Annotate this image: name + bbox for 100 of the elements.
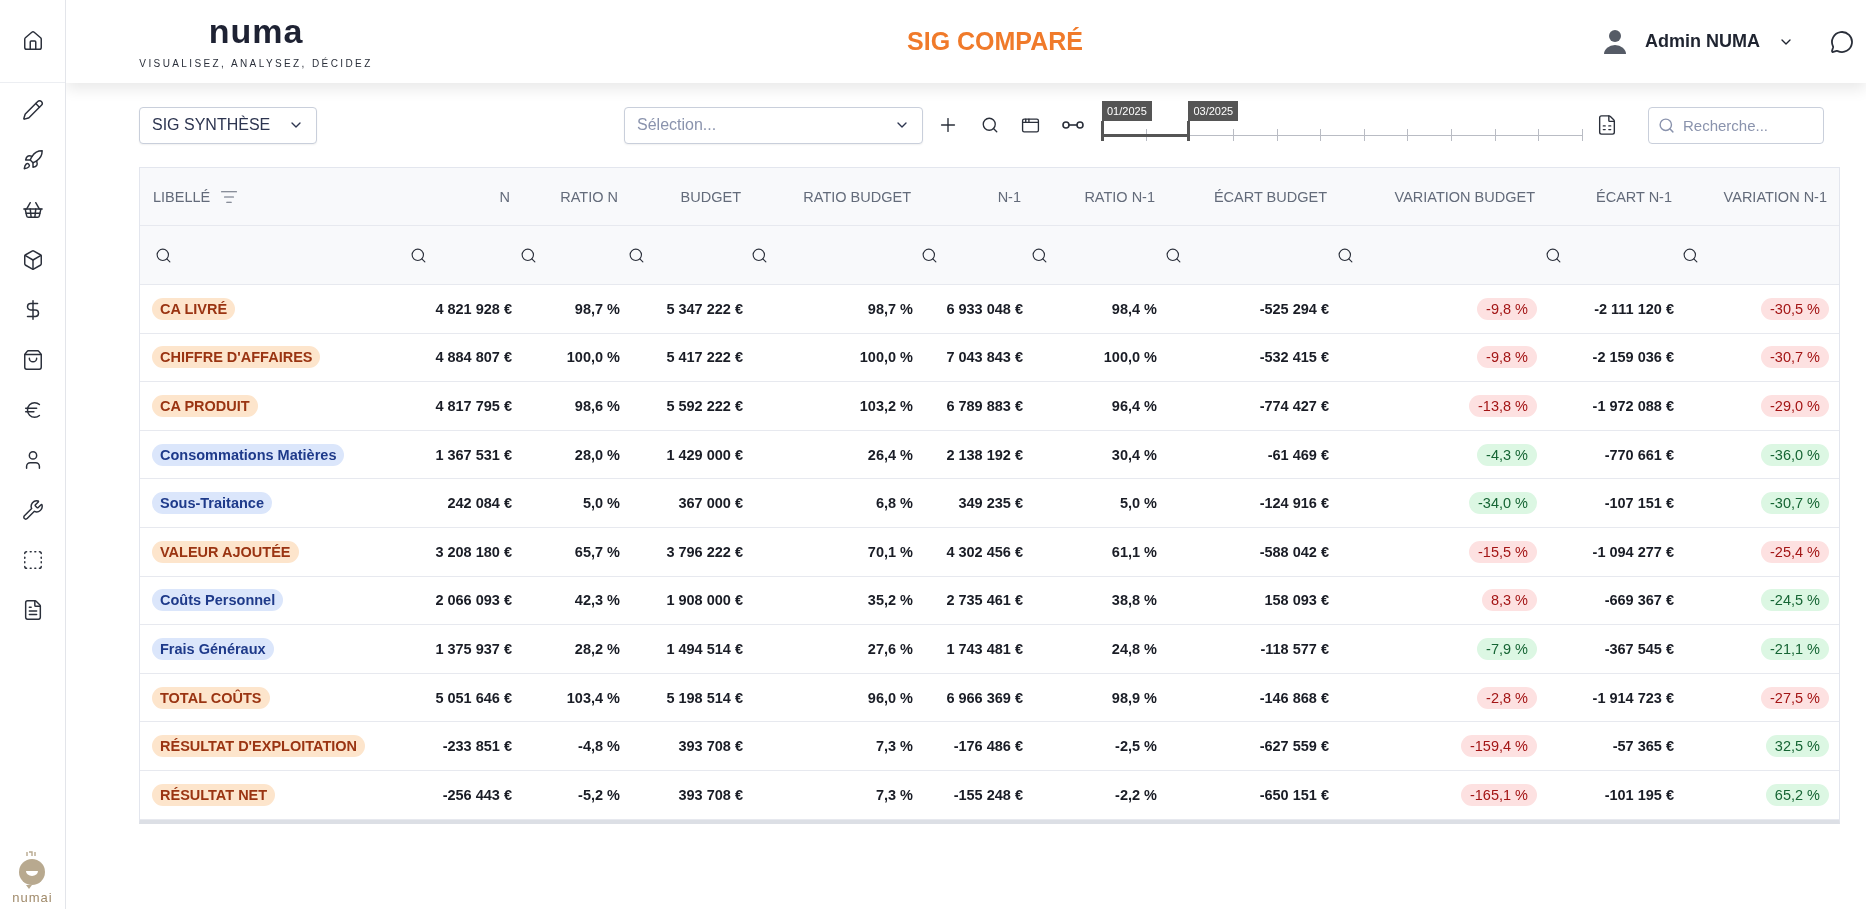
table-cell-text: -774 427 € [1258,398,1329,414]
table-cell-text: -4,8 % [577,738,620,755]
home-button[interactable] [21,30,44,52]
window-button[interactable] [1021,115,1040,135]
column-header[interactable]: VARIATION BUDGET [1394,188,1535,205]
search-field[interactable]: Recherche... [1648,106,1824,144]
table-cell-text: -770 661 € [1603,446,1674,463]
column-header[interactable]: ÉCART N-1 [1596,188,1672,205]
user-avatar-icon [1603,28,1627,55]
column-header[interactable]: RATIO BUDGET [803,188,911,205]
table-cell-text: -650 151 € [1258,786,1329,803]
table-cell-text: -669 367 € [1603,592,1674,609]
table-cell-text: 4 302 456 € [945,543,1023,560]
column-header[interactable]: LIBELLÉ [153,188,211,205]
variation-value: -24,5 % [1761,589,1829,612]
table-cell-text: -61 469 € [1266,446,1329,463]
table-cell-text: -176 486 € [952,738,1023,755]
period-label: 01/2025 [1102,101,1152,121]
variation-value: 65,2 % [1765,783,1829,806]
brand-tagline: VISUALISEZ, ANALYSEZ, DÉCIDEZ [139,58,373,69]
wrench-button[interactable] [21,499,44,521]
chat-button[interactable] [1830,29,1854,54]
row-label-tag: VALEUR AJOUTÉE [152,540,299,563]
table-cell-text: 30,4 % [1110,446,1157,463]
brand-logo: numa [208,14,304,48]
period-thumb[interactable] [1101,121,1104,141]
table-cell-text: 6,8 % [874,495,913,512]
rocket-button[interactable] [21,149,44,171]
table-cell-text: -367 545 € [1603,640,1674,657]
table-cell-text: -124 916 € [1258,495,1329,512]
table-cell-text: 98,7 % [573,300,620,317]
table-cell-text: 96,4 % [1110,398,1157,414]
variation-value: -29,0 % [1761,395,1829,417]
table-cell-text: 26,4 % [866,446,913,463]
table-cell-text: 27,6 % [866,640,913,657]
bag-button[interactable] [21,349,44,371]
variation-value: -25,4 % [1761,540,1829,563]
column-header[interactable]: N-1 [997,188,1021,205]
table-cell-text: 70,1 % [866,543,913,560]
table-cell-text: -532 415 € [1258,349,1329,366]
table-cell-text: -5,2 % [577,786,620,803]
column-header[interactable]: BUDGET [680,188,741,205]
variation-value: -165,1 % [1460,783,1537,806]
table-cell-text: 4 884 807 € [434,349,512,366]
table-cell-text: -107 151 € [1603,495,1674,512]
variation-value: -30,5 % [1761,297,1829,320]
table-cell-text: 2 138 192 € [945,446,1023,463]
row-label-tag: CA PRODUIT [152,395,258,417]
search-button[interactable] [981,116,999,134]
table-cell-text: -1 094 277 € [1591,543,1674,560]
toggle-button[interactable] [1062,119,1084,131]
table-cell-text: -2 111 120 € [1593,300,1674,317]
column-header[interactable]: VARIATION N-1 [1723,188,1827,205]
table-cell-text: -627 559 € [1258,738,1329,755]
column-header[interactable]: RATIO N-1 [1084,188,1155,205]
row-label-tag: Frais Généraux [152,637,274,660]
period-thumb[interactable] [1187,121,1191,141]
table-cell-text: 5 417 222 € [665,349,743,366]
user-menu-button[interactable]: Admin NUMA [1603,28,1794,55]
table-cell-text: 6 966 369 € [945,689,1023,706]
column-header[interactable]: N [499,188,510,205]
table-cell-text: 158 093 € [1263,592,1329,609]
table-cell-text: 98,9 % [1110,689,1157,706]
pencil-button[interactable] [21,99,44,121]
table-cell-text: 7,3 % [874,786,913,803]
column-header[interactable]: RATIO N [560,188,618,205]
table-cell-text: 98,7 % [866,300,913,317]
table-cell-text: -233 851 € [441,738,512,755]
table-cell-text: 5,0 % [581,495,620,512]
export-spreadsheet-button[interactable] [1596,114,1618,136]
variation-value: -21,1 % [1761,637,1829,660]
variation-value: -15,5 % [1469,540,1537,563]
table-cell-text: 100,0 % [858,349,913,366]
table-cell-text: -146 868 € [1258,689,1329,706]
selection-dropdown[interactable]: Sélection... [624,106,923,144]
dashed-square-button[interactable] [21,549,44,571]
table-cell-text: 28,0 % [573,446,620,463]
table-cell-text: 2 735 461 € [945,592,1023,609]
view-select[interactable]: SIG SYNTHÈSE [139,106,317,144]
table-cell-text: 96,0 % [866,689,913,706]
variation-value: -4,3 % [1477,443,1537,466]
table-cell-text: -525 294 € [1258,300,1329,317]
table-cell-text: -256 443 € [441,786,512,803]
table-cell-text: 35,2 % [866,592,913,609]
cube-button[interactable] [21,249,44,271]
table-cell-text: 5 198 514 € [665,689,743,706]
table-cell-text: 349 235 € [957,495,1023,512]
table-cell-text: 103,4 % [565,689,620,706]
variation-value: -34,0 % [1469,492,1537,515]
table-cell-text: 4 821 928 € [434,300,512,317]
table-cell-text: -2,5 % [1114,738,1157,755]
table-cell-text: 5 051 646 € [434,689,512,706]
basket-button[interactable] [21,199,44,221]
variation-value: -27,5 % [1761,686,1829,709]
column-header[interactable]: ÉCART BUDGET [1213,188,1327,205]
variation-value: -9,8 % [1477,297,1537,320]
table-cell-text: 100,0 % [1102,349,1157,366]
table-cell-text: 1 494 514 € [665,640,743,657]
table-cell-text: 6 933 048 € [945,300,1023,317]
variation-value: -36,0 % [1761,443,1829,466]
